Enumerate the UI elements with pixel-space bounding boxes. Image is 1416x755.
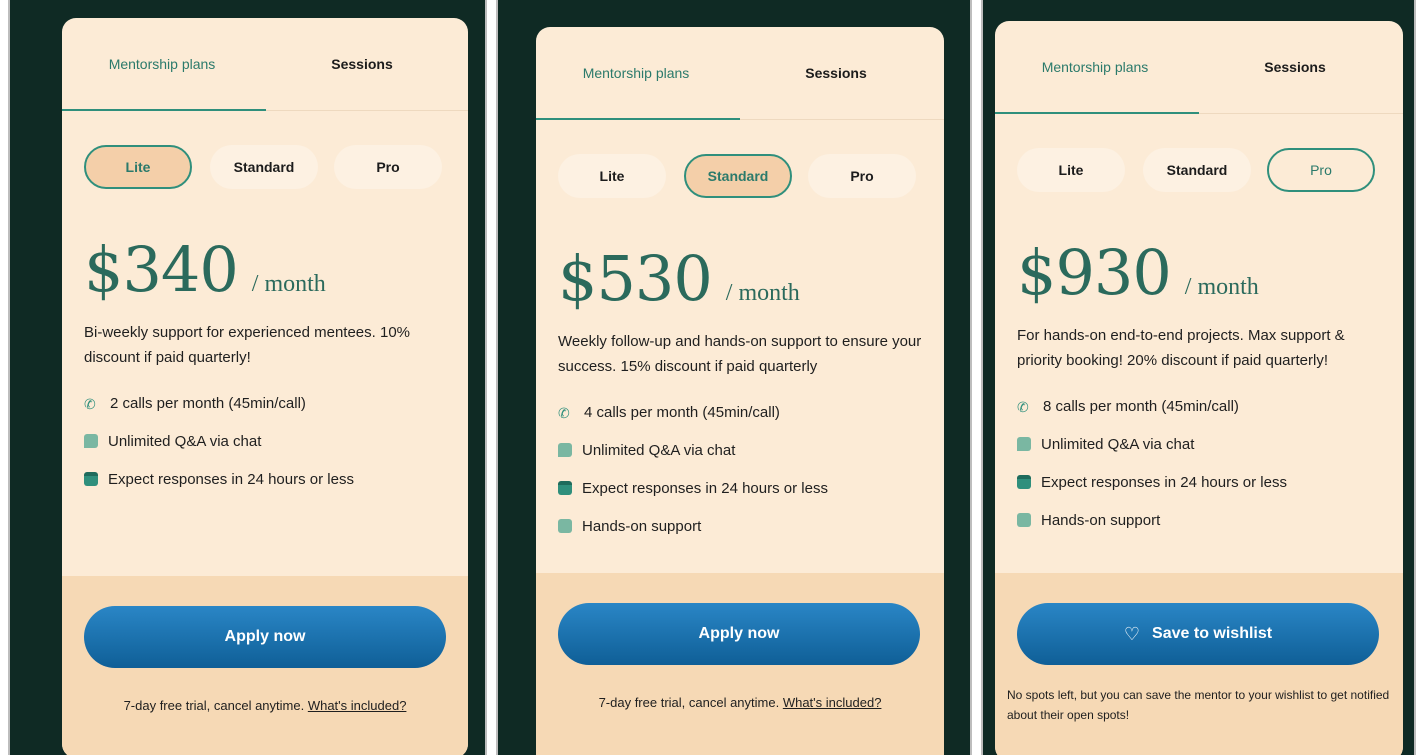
tier-lite-button[interactable]: Lite xyxy=(84,145,192,189)
tab-bar: Mentorship plans Sessions xyxy=(995,21,1403,114)
feature-item: Unlimited Q&A via chat xyxy=(84,422,446,460)
tab-underline xyxy=(62,109,266,111)
trial-info: 7-day free trial, cancel anytime. What's… xyxy=(123,698,407,713)
price: $340 / month xyxy=(62,233,468,306)
tier-lite-button[interactable]: Lite xyxy=(1017,148,1125,192)
tier-lite-button[interactable]: Lite xyxy=(558,154,666,198)
pricing-card: Mentorship plans Sessions Lite Standard … xyxy=(62,18,468,755)
tab-bar: Mentorship plans Sessions xyxy=(536,27,944,120)
feature-list: ✆ 4 calls per month (45min/call) Unlimite… xyxy=(536,393,944,545)
tab-sessions[interactable]: Sessions xyxy=(262,56,462,72)
feature-list: ✆ 2 calls per month (45min/call) Unlimite… xyxy=(62,384,468,498)
phone-icon: ✆ xyxy=(1017,399,1029,415)
panel-lite: Mentorship plans Sessions Lite Standard … xyxy=(8,0,487,755)
feature-item: ✆ 4 calls per month (45min/call) xyxy=(558,403,780,422)
tab-mentorship-plans[interactable]: Mentorship plans xyxy=(62,56,262,72)
price-amount: $340 xyxy=(84,233,239,306)
price-period: / month xyxy=(251,271,326,297)
tier-pro-button[interactable]: Pro xyxy=(1267,148,1375,192)
feature-item: Expect responses in 24 hours or less xyxy=(84,460,446,498)
heart-icon: ♡ xyxy=(1123,623,1141,644)
tab-mentorship-plans[interactable]: Mentorship plans xyxy=(995,59,1195,75)
panel-standard: Mentorship plans Sessions Lite Standard … xyxy=(496,0,972,755)
calendar-icon xyxy=(558,481,572,495)
chat-icon xyxy=(84,434,98,448)
tier-pro-button[interactable]: Pro xyxy=(334,145,442,189)
feature-item: Hands-on support xyxy=(1017,501,1381,539)
calendar-icon xyxy=(1017,475,1031,489)
price: $930 / month xyxy=(995,236,1403,309)
price-period: / month xyxy=(725,280,800,306)
panel-pro: Mentorship plans Sessions Lite Standard … xyxy=(981,0,1416,755)
feature-item: Hands-on support xyxy=(558,507,922,545)
tab-bar: Mentorship plans Sessions xyxy=(62,18,468,111)
pricing-card: Mentorship plans Sessions Lite Standard … xyxy=(995,21,1403,755)
trial-info: 7-day free trial, cancel anytime. What's… xyxy=(598,695,882,710)
save-to-wishlist-button[interactable]: ♡ Save to wishlist xyxy=(1017,603,1379,665)
lock-icon xyxy=(558,519,572,533)
apply-now-button[interactable]: Apply now xyxy=(84,606,446,668)
wishlist-note: No spots left, but you can save the ment… xyxy=(1007,688,1390,722)
feature-item: ✆ 2 calls per month (45min/call) xyxy=(84,394,306,413)
feature-item: Unlimited Q&A via chat xyxy=(558,431,922,469)
whats-included-link[interactable]: What's included? xyxy=(783,695,882,710)
tier-selector: Lite Standard Pro xyxy=(62,145,468,197)
price: $530 / month xyxy=(536,242,944,315)
card-footer: ♡ Save to wishlist No spots left, but yo… xyxy=(995,573,1403,755)
price-period: / month xyxy=(1184,274,1259,300)
card-footer: Apply now 7-day free trial, cancel anyti… xyxy=(62,576,468,755)
tab-sessions[interactable]: Sessions xyxy=(736,65,936,81)
tier-selector: Lite Standard Pro xyxy=(995,148,1403,200)
calendar-icon xyxy=(84,472,98,486)
tab-underline xyxy=(536,118,740,120)
tier-selector: Lite Standard Pro xyxy=(536,154,944,206)
price-amount: $530 xyxy=(558,242,713,315)
feature-item: Unlimited Q&A via chat xyxy=(1017,425,1381,463)
whats-included-link[interactable]: What's included? xyxy=(308,698,407,713)
tab-underline xyxy=(995,112,1199,114)
pricing-card: Mentorship plans Sessions Lite Standard … xyxy=(536,27,944,755)
feature-item: Expect responses in 24 hours or less xyxy=(558,469,922,507)
price-amount: $930 xyxy=(1017,236,1172,309)
tier-standard-button[interactable]: Standard xyxy=(684,154,792,198)
plan-description: Bi-weekly support for experienced mentee… xyxy=(84,324,411,366)
tier-standard-button[interactable]: Standard xyxy=(210,145,318,189)
tier-pro-button[interactable]: Pro xyxy=(808,154,916,198)
apply-now-button[interactable]: Apply now xyxy=(558,603,920,665)
chat-icon xyxy=(558,443,572,457)
feature-item: ✆ 8 calls per month (45min/call) xyxy=(1017,397,1239,416)
feature-list: ✆ 8 calls per month (45min/call) Unlimite… xyxy=(995,387,1403,539)
plan-description: For hands-on end-to-end projects. Max su… xyxy=(1017,327,1345,369)
lock-icon xyxy=(1017,513,1031,527)
feature-item: Expect responses in 24 hours or less xyxy=(1017,463,1381,501)
tier-standard-button[interactable]: Standard xyxy=(1143,148,1251,192)
phone-icon: ✆ xyxy=(84,396,96,412)
phone-icon: ✆ xyxy=(558,405,570,421)
tab-sessions[interactable]: Sessions xyxy=(1195,59,1395,75)
tab-mentorship-plans[interactable]: Mentorship plans xyxy=(536,65,736,81)
chat-icon xyxy=(1017,437,1031,451)
plan-description: Weekly follow-up and hands-on support to… xyxy=(558,333,922,375)
card-footer: Apply now 7-day free trial, cancel anyti… xyxy=(536,573,944,755)
